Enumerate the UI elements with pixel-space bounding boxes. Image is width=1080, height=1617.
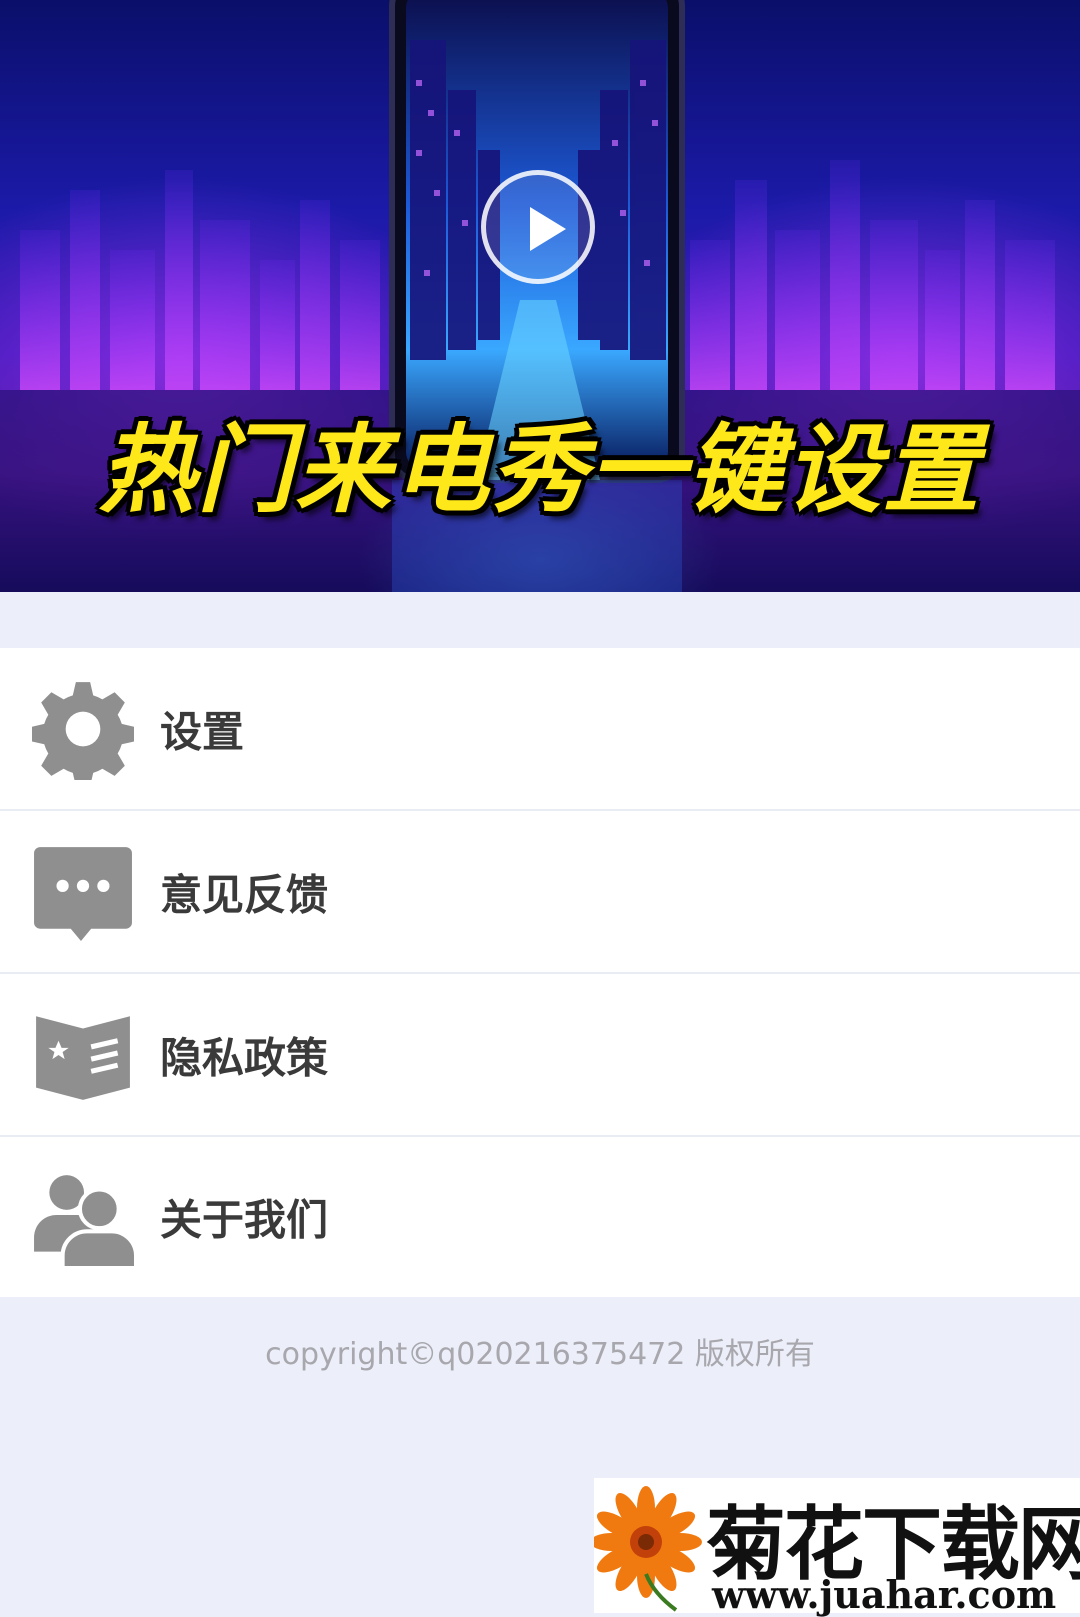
play-video-button[interactable] xyxy=(481,170,595,284)
menu-item-settings[interactable]: 设置 xyxy=(0,648,1080,811)
menu-label-about-us: 关于我们 xyxy=(160,1195,329,1245)
gear-icon xyxy=(32,681,134,780)
play-icon xyxy=(530,207,566,251)
menu-label-feedback: 意见反馈 xyxy=(160,870,329,919)
menu-label-privacy-policy: 隐私政策 xyxy=(160,1033,329,1082)
users-icon xyxy=(34,1175,134,1268)
menu-item-privacy-policy[interactable]: 隐私政策 xyxy=(0,974,1080,1137)
hero-banner[interactable]: 热门来电秀一键设置 xyxy=(0,0,1080,592)
watermark-url: www.juahar.com xyxy=(712,1572,1057,1617)
menu-label-settings: 设置 xyxy=(160,707,245,756)
menu-item-about-us[interactable]: 关于我们 xyxy=(0,1137,1080,1297)
chat-bubble-icon xyxy=(34,846,132,941)
copyright-text: copyright©q020216375472 版权所有 xyxy=(265,1337,815,1372)
policy-book-icon xyxy=(36,1015,130,1100)
watermark: 菊花下载网 www.juahar.com xyxy=(594,1478,1080,1617)
flower-logo xyxy=(594,1486,702,1612)
banner-title: 热门来电秀一键设置 xyxy=(99,414,981,526)
menu-item-feedback[interactable]: 意见反馈 xyxy=(0,811,1080,974)
menu-list: 设置 意见反馈 隐私政策 关于我们 xyxy=(0,648,1080,1297)
